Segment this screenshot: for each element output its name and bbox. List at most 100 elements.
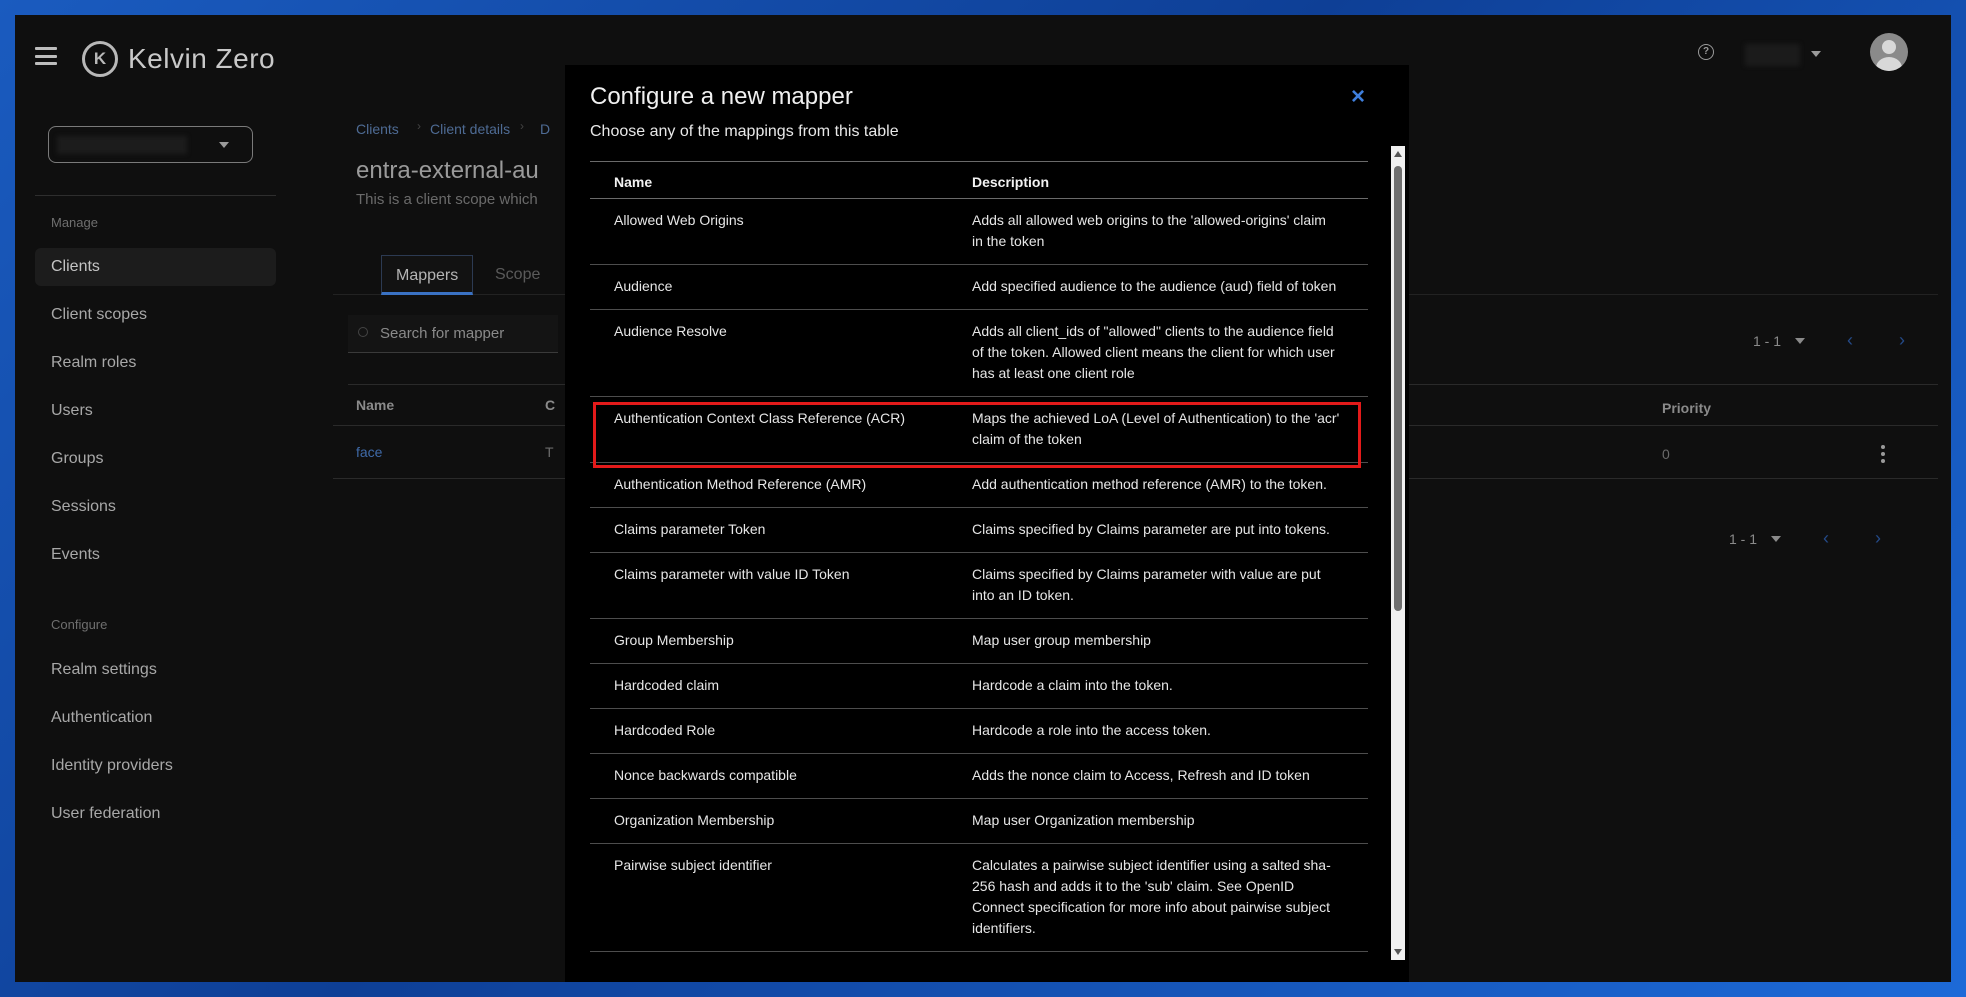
mapper-name[interactable]: Audience xyxy=(590,264,962,310)
column-header-category[interactable]: C xyxy=(545,397,555,413)
chevron-down-icon[interactable] xyxy=(1771,535,1782,542)
nav-section-configure: Configure xyxy=(51,617,108,632)
sidebar-item-groups[interactable]: Groups xyxy=(35,440,276,478)
tab-mappers[interactable]: Mappers xyxy=(381,255,474,295)
kelvin-zero-logo-icon: K xyxy=(82,41,118,77)
realm-selector[interactable] xyxy=(48,126,253,163)
user-dropdown[interactable] xyxy=(1737,37,1827,71)
mapper-description: Map user group membership xyxy=(962,618,1368,664)
configure-mapper-modal: Configure a new mapper × Choose any of t… xyxy=(565,65,1409,982)
mapper-description: Add specified audience to the audience (… xyxy=(962,264,1368,310)
tab-scope[interactable]: Scope xyxy=(481,255,554,295)
sidebar-item-sessions[interactable]: Sessions xyxy=(35,488,276,526)
chevron-down-icon xyxy=(1811,51,1821,57)
hamburger-menu-icon[interactable] xyxy=(35,47,57,65)
help-icon[interactable]: ? xyxy=(1698,44,1714,60)
sidebar-item-realm-settings[interactable]: Realm settings xyxy=(35,651,276,689)
pagination-count[interactable]: 1 - 1 xyxy=(1729,531,1757,547)
brand-name: Kelvin Zero xyxy=(128,43,276,74)
mapper-name[interactable]: Hardcoded claim xyxy=(590,663,962,709)
page-title: entra-external-au xyxy=(356,157,539,184)
sidebar-item-realm-roles[interactable]: Realm roles xyxy=(35,344,276,382)
app-window: K Kelvin Zero ? Manage Clients Client sc… xyxy=(15,15,1951,982)
mapper-priority: 0 xyxy=(1662,446,1670,462)
scroll-down-icon[interactable] xyxy=(1394,949,1402,955)
mapper-name[interactable]: Organization Membership xyxy=(590,798,962,844)
table-row[interactable]: Authentication Method Reference (AMR) Add… xyxy=(590,462,1368,508)
mapper-name[interactable]: Claims parameter with value ID Token xyxy=(590,552,962,619)
mapper-description: Hardcode a claim into the token. xyxy=(962,663,1368,709)
pagination-count[interactable]: 1 - 1 xyxy=(1753,333,1781,349)
search-input[interactable]: Search for mapper xyxy=(348,315,558,353)
avatar[interactable] xyxy=(1870,33,1908,71)
table-row[interactable]: Claims parameter Token Claims specified b… xyxy=(590,507,1368,553)
breadcrumb-separator: › xyxy=(520,119,524,133)
redacted-realm-name xyxy=(57,136,187,154)
chevron-down-icon xyxy=(219,142,229,148)
mapper-link-face[interactable]: face xyxy=(356,444,382,460)
page-subtitle: This is a client scope which xyxy=(356,191,538,208)
table-row[interactable]: Group Membership Map user group membershi… xyxy=(590,618,1368,664)
table-row-highlighted[interactable]: Authentication Context Class Reference (… xyxy=(590,396,1368,463)
mapper-name[interactable]: Nonce backwards compatible xyxy=(590,753,962,799)
table-row[interactable]: Pairwise subject identifier Calculates a … xyxy=(590,843,1368,952)
table-row[interactable]: Organization Membership Map user Organiza… xyxy=(590,798,1368,844)
breadcrumb-client-details[interactable]: Client details xyxy=(430,121,510,137)
table-row[interactable]: Claims parameter with value ID Token Clai… xyxy=(590,552,1368,619)
mapper-description: Add authentication method reference (AMR… xyxy=(962,462,1368,508)
next-page-icon[interactable]: › xyxy=(1875,528,1881,549)
sidebar-item-users[interactable]: Users xyxy=(35,392,276,430)
previous-page-icon[interactable]: ‹ xyxy=(1823,528,1829,549)
mapper-description: Hardcode a role into the access token. xyxy=(962,708,1368,754)
search-icon xyxy=(358,327,368,337)
modal-scrollbar[interactable] xyxy=(1391,146,1405,960)
scroll-up-icon[interactable] xyxy=(1394,151,1402,157)
table-row[interactable]: Audience Resolve Adds all client_ids of "… xyxy=(590,309,1368,397)
sidebar-item-events[interactable]: Events xyxy=(35,536,276,574)
mapper-description: Adds all client_ids of "allowed" clients… xyxy=(962,309,1368,397)
table-row[interactable]: Audience Add specified audience to the au… xyxy=(590,264,1368,310)
mapper-description: Maps the achieved LoA (Level of Authenti… xyxy=(962,396,1368,463)
modal-description: Choose any of the mappings from this tab… xyxy=(590,123,899,140)
column-header-priority[interactable]: Priority xyxy=(1662,400,1711,416)
previous-page-icon[interactable]: ‹ xyxy=(1847,330,1853,351)
close-icon[interactable]: × xyxy=(1351,85,1365,109)
table-row[interactable]: Hardcoded Role Hardcode a role into the a… xyxy=(590,708,1368,754)
breadcrumb-separator: › xyxy=(417,119,421,133)
mapper-name[interactable]: Claims parameter Token xyxy=(590,507,962,553)
mapper-name[interactable]: Pairwise subject identifier xyxy=(590,843,962,952)
mapper-category: T xyxy=(545,444,554,460)
mapper-name[interactable]: Authentication Method Reference (AMR) xyxy=(590,462,962,508)
table-row[interactable]: Allowed Web Origins Adds all allowed web … xyxy=(590,198,1368,265)
mapper-name[interactable]: Group Membership xyxy=(590,618,962,664)
next-page-icon[interactable]: › xyxy=(1899,330,1905,351)
mapper-name[interactable]: Audience Resolve xyxy=(590,309,962,397)
breadcrumb-clients[interactable]: Clients xyxy=(356,121,399,137)
mapper-name[interactable]: Allowed Web Origins xyxy=(590,198,962,265)
kebab-menu-icon[interactable] xyxy=(1881,445,1885,463)
sidebar-item-clients[interactable]: Clients xyxy=(35,248,276,286)
table-row[interactable]: Nonce backwards compatible Adds the nonce… xyxy=(590,753,1368,799)
mapper-description: Adds the nonce claim to Access, Refresh … xyxy=(962,753,1368,799)
mapper-name[interactable]: Hardcoded Role xyxy=(590,708,962,754)
pagination-top: 1 - 1 ‹ › xyxy=(1753,330,1905,351)
brand-logo[interactable]: K Kelvin Zero xyxy=(82,41,275,77)
mapper-description: Map user Organization membership xyxy=(962,798,1368,844)
mapper-name[interactable]: Authentication Context Class Reference (… xyxy=(590,396,962,463)
redacted-username xyxy=(1745,44,1800,66)
scrollbar-thumb[interactable] xyxy=(1394,166,1402,611)
chevron-down-icon[interactable] xyxy=(1795,337,1806,344)
mapper-description: Adds all allowed web origins to the 'all… xyxy=(962,198,1368,265)
mapper-description: Claims specified by Claims parameter wit… xyxy=(962,552,1368,619)
nav-section-manage: Manage xyxy=(51,215,98,230)
sidebar-item-user-federation[interactable]: User federation xyxy=(35,795,276,833)
column-header-description: Description xyxy=(962,162,1368,199)
column-header-name[interactable]: Name xyxy=(356,397,394,413)
table-row[interactable]: Hardcoded claim Hardcode a claim into the… xyxy=(590,663,1368,709)
sidebar-item-identity-providers[interactable]: Identity providers xyxy=(35,747,276,785)
sidebar-item-authentication[interactable]: Authentication xyxy=(35,699,276,737)
modal-title: Configure a new mapper xyxy=(590,83,853,110)
sidebar-divider xyxy=(35,195,276,196)
mapper-table: Name Description Allowed Web Origins Adds… xyxy=(590,161,1368,971)
sidebar-item-client-scopes[interactable]: Client scopes xyxy=(35,296,276,334)
